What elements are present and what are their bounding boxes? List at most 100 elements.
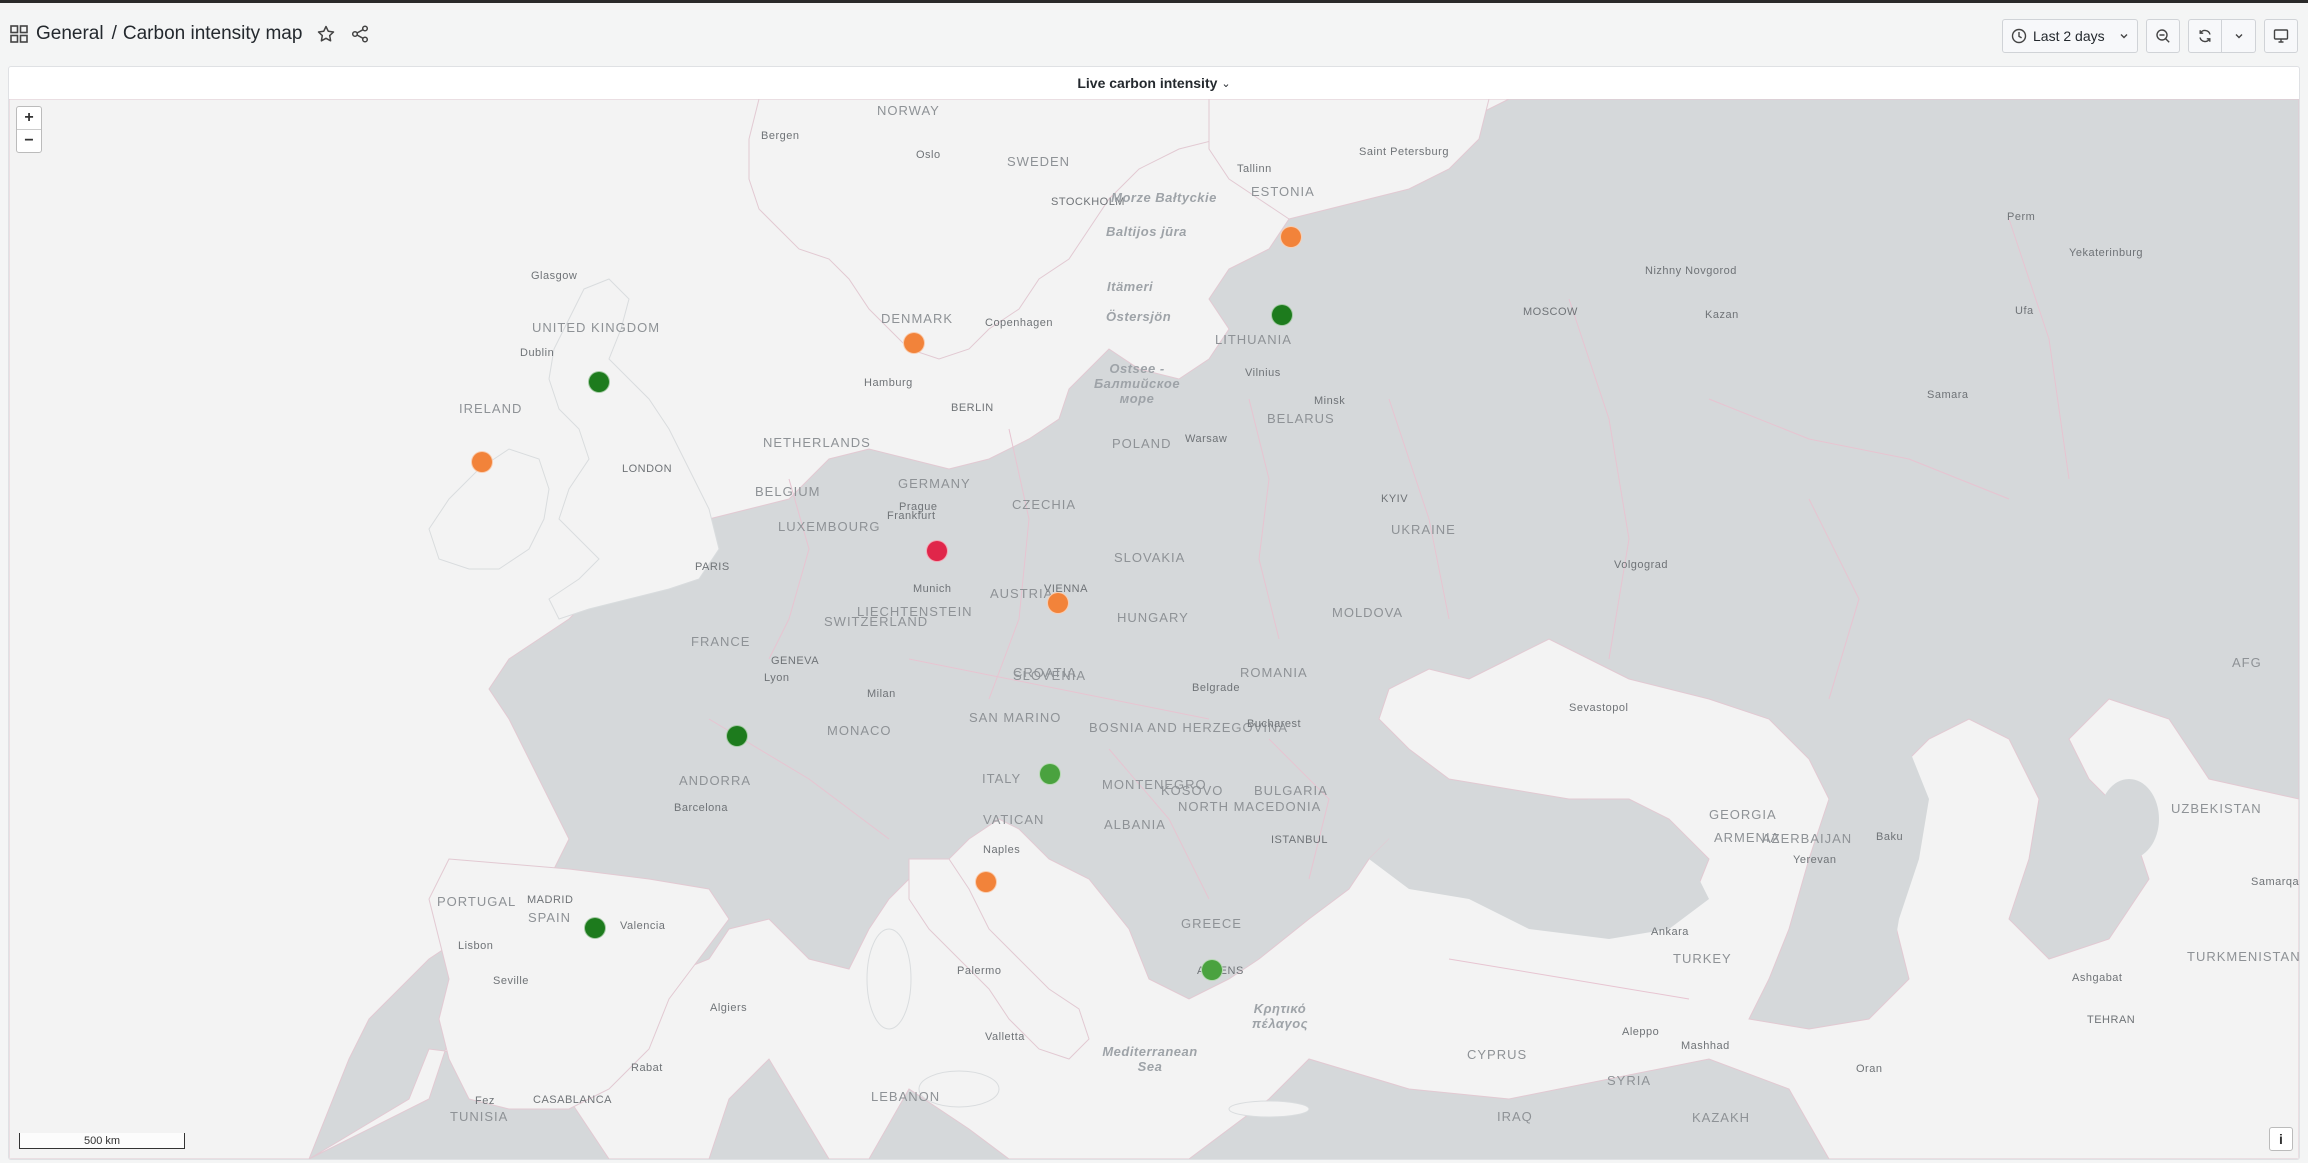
map-label-country: HUNGARY — [1117, 610, 1189, 625]
map-label-city: Baku — [1876, 831, 1904, 843]
map-label-city: GENEVA — [771, 655, 820, 667]
map-label-country: TURKEY — [1673, 951, 1732, 966]
map-label-country: NETHERLANDS — [763, 435, 871, 450]
map-label-city: Lisbon — [458, 940, 494, 952]
chevron-down-icon — [2235, 34, 2242, 39]
map-label-sea: Κρητικό πέλαγος — [1251, 1001, 1309, 1031]
map-label-country: GREECE — [1181, 916, 1242, 931]
refresh-icon — [2199, 29, 2211, 43]
dashboard-top-bar: General / Carbon intensity map Last 2 da… — [0, 0, 2308, 64]
map-label-country: SWITZERLAND — [824, 614, 929, 629]
map-label-city: Samara — [1927, 389, 1969, 401]
chevron-down-icon[interactable]: ⌄ — [1221, 77, 1230, 90]
map-label-city: Yerevan — [1793, 854, 1837, 866]
map-label-city: Glasgow — [531, 270, 578, 282]
map-label-country: ALBANIA — [1104, 817, 1166, 832]
time-range-picker[interactable]: Last 2 days — [2002, 19, 2138, 53]
map-label-city: Ashgabat — [2072, 972, 2123, 984]
map-label-city: Barcelona — [674, 802, 729, 814]
refresh-interval-dropdown[interactable] — [2222, 19, 2256, 53]
map-label-city: Lyon — [764, 672, 790, 684]
breadcrumb-folder[interactable]: General — [36, 23, 104, 45]
map-label-country: UZBEKISTAN — [2171, 801, 2262, 816]
map-label-sea: Itämeri — [1107, 279, 1154, 294]
map-panel: Live carbon intensity ⌄ + − NORWAY SWEDE… — [8, 66, 2300, 1160]
map-label-country: KAZAKH — [1692, 1110, 1751, 1125]
marker-dot[interactable] — [471, 451, 493, 473]
zoom-in-button[interactable]: + — [17, 107, 41, 129]
map-label-city: Belgrade — [1192, 682, 1241, 694]
marker-dot[interactable] — [1201, 959, 1223, 981]
map-label-country: UNITED KINGDOM — [532, 320, 661, 335]
time-range-label: Last 2 days — [2033, 28, 2105, 44]
map-label-city: Algiers — [710, 1002, 748, 1014]
map-label-country: SAN MARINO — [969, 710, 1062, 725]
zoom-out-time-button[interactable] — [2146, 19, 2180, 53]
marker-dot[interactable] — [588, 371, 610, 393]
marker-dot[interactable] — [1280, 226, 1302, 248]
map-label-country: PORTUGAL — [437, 894, 517, 909]
marker-dot[interactable] — [584, 917, 606, 939]
map-label-city: Fez — [475, 1095, 495, 1107]
map-label-city: Volgograd — [1614, 559, 1669, 571]
map-label-sea: Mediterranean Sea — [1102, 1044, 1198, 1074]
marker-dot[interactable] — [1039, 763, 1061, 785]
zoom-control: + − — [16, 106, 42, 153]
map-label-country: LEBANON — [871, 1089, 941, 1104]
tv-mode-button[interactable] — [2264, 19, 2298, 53]
map-label-city: Oslo — [916, 149, 941, 161]
attribution-info-button[interactable]: i — [2269, 1127, 2293, 1151]
map-label-city: ISTANBUL — [1271, 834, 1328, 846]
map-label-city: Saint Petersburg — [1359, 146, 1449, 158]
chevron-down-icon — [2120, 34, 2128, 39]
map-label-city: Mashhad — [1681, 1040, 1730, 1052]
sea-aral — [2099, 779, 2159, 859]
dashboard-title[interactable]: Carbon intensity map — [123, 23, 303, 45]
share-icon[interactable] — [350, 24, 370, 44]
map-label-country: LITHUANIA — [1215, 332, 1292, 347]
marker-dot[interactable] — [726, 725, 748, 747]
map-label-sea: Morze Bałtyckie — [1111, 190, 1217, 205]
marker-dot[interactable] — [903, 332, 925, 354]
land-crete — [1228, 1100, 1310, 1118]
map-label-city: Palermo — [957, 965, 1002, 977]
marker-dot[interactable] — [975, 871, 997, 893]
panel-title[interactable]: Live carbon intensity — [1077, 75, 1217, 91]
map-label-city: PARIS — [695, 561, 730, 573]
map-label-city: Rabat — [631, 1062, 663, 1074]
map-label-country: TUNISIA — [450, 1109, 509, 1124]
geomap[interactable]: + − NORWAY SWEDEN STOCKHOLM Oslo Bergen Talli… — [9, 99, 2299, 1159]
map-label-country: MOLDOVA — [1332, 605, 1404, 620]
map-label-country: SWEDEN — [1007, 154, 1071, 169]
breadcrumb-separator: / — [111, 23, 117, 44]
map-label-country: NORTH MACEDONIA — [1178, 799, 1322, 814]
map-label-country: KOSOVO — [1161, 783, 1224, 798]
map-label-city: Bucharest — [1247, 718, 1302, 730]
zoom-out-button[interactable]: − — [17, 129, 41, 152]
map-label-country: TURKMENISTAN — [2187, 949, 2300, 964]
map-label-country: POLAND — [1112, 436, 1172, 451]
refresh-button[interactable] — [2188, 19, 2222, 53]
star-icon[interactable] — [316, 24, 336, 44]
map-label-country: AUSTRIA — [990, 586, 1054, 601]
zoom-out-icon — [2156, 29, 2170, 43]
map-label-city: Ufa — [2015, 305, 2034, 317]
map-label-city: LONDON — [622, 463, 673, 475]
marker-dot[interactable] — [1047, 592, 1069, 614]
map-label-city: MADRID — [527, 894, 574, 906]
map-label-country: UKRAINE — [1391, 522, 1456, 537]
map-label-city: Kazan — [1705, 309, 1739, 321]
map-label-country: GEORGIA — [1709, 807, 1777, 822]
map-label-city: Valencia — [620, 920, 666, 932]
map-label-city: CASABLANCA — [533, 1094, 612, 1106]
map-label-country: AZERBAIJAN — [1762, 831, 1853, 846]
map-label-city: Seville — [493, 975, 529, 987]
marker-dot[interactable] — [926, 540, 948, 562]
panel-header[interactable]: Live carbon intensity ⌄ — [9, 67, 2299, 99]
map-label-country: BELARUS — [1267, 411, 1335, 426]
map-label-city: Oran — [1856, 1063, 1883, 1075]
monitor-icon — [2273, 29, 2289, 43]
map-label-city: MOSCOW — [1523, 306, 1578, 318]
marker-dot[interactable] — [1271, 304, 1293, 326]
dashboards-grid-icon[interactable] — [10, 25, 28, 43]
